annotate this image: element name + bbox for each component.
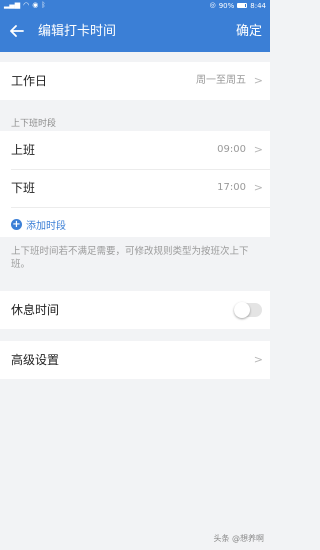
watermark: 头条 @想养啊 — [213, 534, 264, 543]
toggle-knob — [234, 302, 250, 318]
shift-row-start[interactable]: 上班 09:00 > — [0, 131, 270, 169]
chevron-right-icon: > — [253, 181, 263, 194]
status-bar-left: ▂▄▆ ◠ ◉ ᛒ — [4, 2, 46, 9]
rest-time-label: 休息时间 — [11, 303, 60, 317]
shift-start-value: 09:00 — [217, 144, 246, 155]
chevron-right-icon: > — [253, 74, 263, 87]
workday-row[interactable]: 工作日 周一至周五 > — [0, 62, 270, 100]
eye-icon: ◉ — [32, 1, 39, 9]
plus-icon: + — [11, 219, 22, 230]
shift-row-end[interactable]: 下班 17:00 > — [0, 169, 270, 207]
page-title: 编辑打卡时间 — [38, 24, 117, 39]
location-icon: ◎ — [209, 1, 216, 9]
back-button[interactable] — [6, 20, 28, 42]
confirm-button[interactable]: 确定 — [236, 11, 262, 52]
hint-text: 上下班时间若不满足需要，可修改规则类型为按班次上下班。 — [11, 246, 249, 270]
workday-label: 工作日 — [11, 74, 48, 88]
rest-time-toggle[interactable] — [234, 302, 262, 318]
workday-value: 周一至周五 — [196, 75, 246, 86]
app-bar: 编辑打卡时间 确定 — [0, 11, 270, 52]
shift-section-label: 上下班时段 — [11, 119, 57, 129]
add-slot-label: 添加时段 — [26, 221, 66, 232]
chevron-right-icon: > — [253, 143, 263, 156]
status-bar: ▂▄▆ ◠ ◉ ᛒ ◎ 90% 8:44 — [0, 0, 270, 11]
rest-time-row: 休息时间 — [0, 291, 270, 329]
chevron-right-icon: > — [253, 353, 263, 366]
advanced-settings-label: 高级设置 — [11, 353, 60, 367]
signal-icon: ▂▄▆ — [4, 1, 21, 9]
add-slot-button[interactable]: + 添加时段 — [11, 217, 66, 232]
shift-block: 上班 09:00 > 下班 17:00 > + 添加时段 — [0, 131, 270, 237]
divider — [11, 207, 270, 208]
status-bar-right: ◎ 90% 8:44 — [210, 2, 266, 10]
clock: 8:44 — [250, 1, 266, 10]
arrow-left-icon — [10, 25, 24, 37]
advanced-settings-row[interactable]: 高级设置 > — [0, 341, 270, 379]
shift-end-label: 下班 — [11, 181, 36, 195]
battery-icon — [237, 3, 248, 8]
battery-percent: 90% — [218, 1, 235, 10]
shift-start-label: 上班 — [11, 143, 36, 157]
shift-end-value: 17:00 — [217, 182, 246, 193]
bluetooth-icon: ᛒ — [41, 1, 46, 9]
wifi-icon: ◠ — [23, 1, 30, 9]
